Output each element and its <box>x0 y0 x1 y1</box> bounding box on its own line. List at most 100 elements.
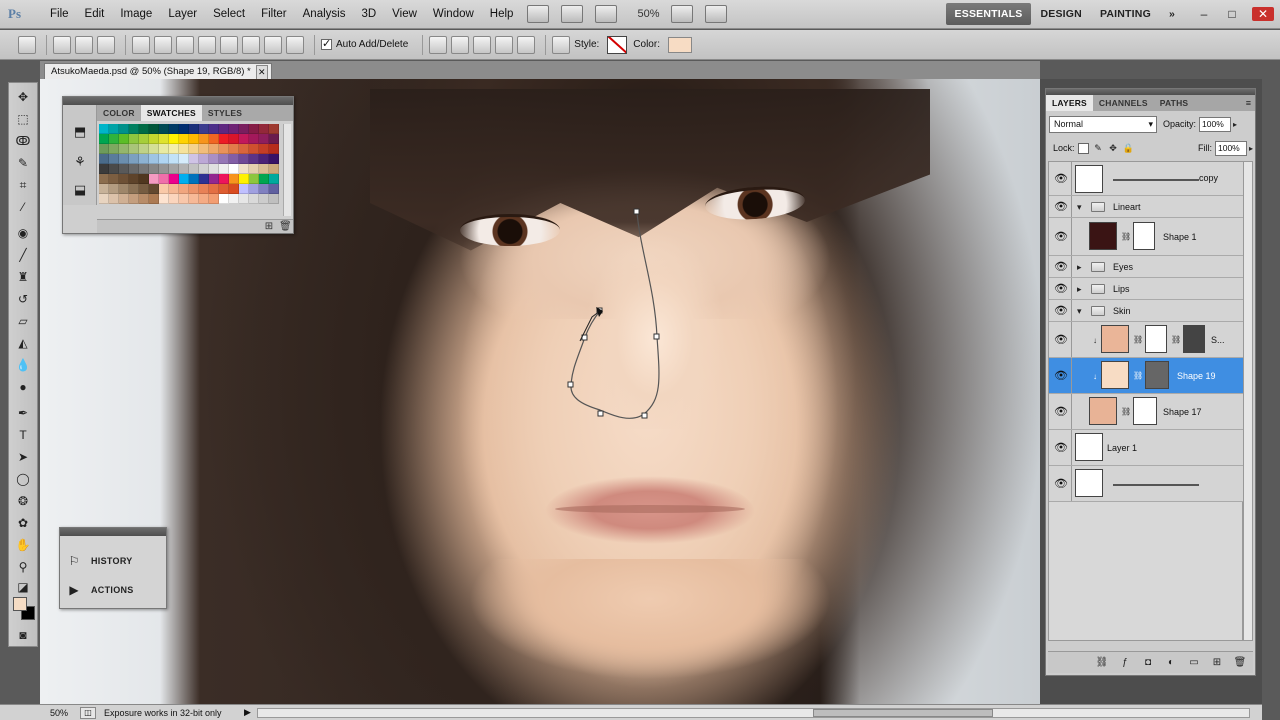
menu-layer[interactable]: Layer <box>160 0 205 29</box>
swatch-cell[interactable] <box>119 164 129 174</box>
visibility-eye-icon[interactable]: 👁 <box>1054 406 1068 418</box>
pen-tool-icon[interactable]: ✒ <box>14 405 32 421</box>
swatch-cell[interactable] <box>179 184 189 194</box>
swatch-cell[interactable] <box>209 144 219 154</box>
swatch-cell[interactable] <box>199 194 209 204</box>
swatch-cell[interactable] <box>249 174 259 184</box>
swatch-cell[interactable] <box>239 194 249 204</box>
lock-position-icon[interactable]: ✥ <box>1108 143 1119 154</box>
close-icon[interactable]: ✕ <box>1252 7 1274 21</box>
pen-icon[interactable] <box>132 35 150 54</box>
swatch-cell[interactable] <box>199 144 209 154</box>
swatch-cell[interactable] <box>229 194 239 204</box>
swatch-cell[interactable] <box>99 154 109 164</box>
layer-row[interactable]: 👁 <box>1049 466 1243 502</box>
group-collapse-icon[interactable]: ▸ <box>1077 262 1082 272</box>
link-chain-icon[interactable]: ⛓ <box>1133 335 1143 344</box>
swatch-cell[interactable] <box>149 194 159 204</box>
scrollbar-thumb[interactable] <box>812 708 993 717</box>
visibility-eye-icon[interactable]: 👁 <box>1054 231 1068 243</box>
swatch-cell[interactable] <box>249 144 259 154</box>
swatch-cell[interactable] <box>209 124 219 134</box>
fill-pixels-icon[interactable] <box>97 35 115 54</box>
swatch-cell[interactable] <box>189 174 199 184</box>
swatch-cell[interactable] <box>269 154 279 164</box>
swatch-cell[interactable] <box>159 144 169 154</box>
swatch-cell[interactable] <box>179 164 189 174</box>
layer-style-icon[interactable]: ƒ <box>1118 656 1132 669</box>
link-layers-icon[interactable]: ⛓ <box>1095 656 1109 669</box>
fill-arrow-icon[interactable]: ▸ <box>1249 144 1253 153</box>
shape-tool-icon[interactable]: ◯ <box>14 471 32 487</box>
group-collapse-icon[interactable]: ▸ <box>1077 284 1082 294</box>
swatch-cell[interactable] <box>179 154 189 164</box>
clone-stamp-tool-icon[interactable]: ♜ <box>14 269 32 285</box>
zoom-tool-icon[interactable]: ⚲ <box>14 559 32 575</box>
swatch-cell[interactable] <box>219 184 229 194</box>
shape-layers-icon[interactable] <box>53 35 71 54</box>
swatch-cell[interactable] <box>189 164 199 174</box>
swatch-cell[interactable] <box>119 134 129 144</box>
visibility-eye-icon[interactable]: 👁 <box>1054 305 1068 317</box>
swatch-cell[interactable] <box>169 184 179 194</box>
visibility-eye-icon[interactable]: 👁 <box>1054 261 1068 273</box>
quick-selection-tool-icon[interactable]: ✎ <box>14 155 32 171</box>
path-selection-tool-icon[interactable]: ➤ <box>14 449 32 465</box>
swatch-cell[interactable] <box>109 164 119 174</box>
swatch-cell[interactable] <box>269 164 279 174</box>
swatch-cell[interactable] <box>209 164 219 174</box>
swatch-cell[interactable] <box>229 164 239 174</box>
swatch-cell[interactable] <box>239 184 249 194</box>
layer-group-row[interactable]: 👁 ▸ Lips <box>1049 278 1243 300</box>
fill-input[interactable]: 100% <box>1214 140 1247 156</box>
menu-edit[interactable]: Edit <box>77 0 113 29</box>
lock-image-icon[interactable]: ✎ <box>1093 143 1104 154</box>
pen-tool-preset-icon[interactable] <box>18 35 36 54</box>
swatch-cell[interactable] <box>179 134 189 144</box>
menu-analysis[interactable]: Analysis <box>295 0 354 29</box>
swatch-cell[interactable] <box>159 194 169 204</box>
swatch-cell[interactable] <box>219 164 229 174</box>
panel-title-bar[interactable] <box>63 97 293 105</box>
swatch-cell[interactable] <box>109 184 119 194</box>
swatch-cell[interactable] <box>269 144 279 154</box>
tab-channels[interactable]: CHANNELS <box>1093 95 1154 111</box>
zoom-level[interactable]: 50% <box>637 8 659 20</box>
create-new-shape-icon[interactable] <box>429 35 448 54</box>
swatch-cell[interactable] <box>139 144 149 154</box>
swatch-cell[interactable] <box>159 174 169 184</box>
swatch-cell[interactable] <box>229 184 239 194</box>
link-chain-icon[interactable]: ⛓ <box>1121 407 1131 416</box>
blend-mode-select[interactable]: Normal <box>1049 115 1157 133</box>
swatch-cell[interactable] <box>199 134 209 144</box>
document-tab[interactable]: AtsukoMaeda.psd @ 50% (Shape 19, RGB/8) … <box>44 63 272 80</box>
workspace-painting[interactable]: PAINTING <box>1091 3 1160 25</box>
swatch-cell[interactable] <box>239 124 249 134</box>
delete-layer-icon[interactable]: 🗑 <box>1233 656 1247 669</box>
swatch-cell[interactable] <box>129 154 139 164</box>
menu-window[interactable]: Window <box>425 0 482 29</box>
swatch-cell[interactable] <box>189 124 199 134</box>
swatch-cell[interactable] <box>159 134 169 144</box>
swatch-cell[interactable] <box>119 124 129 134</box>
menu-image[interactable]: Image <box>112 0 160 29</box>
swatch-cell[interactable] <box>129 124 139 134</box>
menu-filter[interactable]: Filter <box>253 0 295 29</box>
eyedropper-tool-icon[interactable]: ⁄ <box>14 199 32 215</box>
crop-tool-icon[interactable]: ⌗ <box>14 177 32 193</box>
swatch-cell[interactable] <box>249 154 259 164</box>
group-expand-icon[interactable]: ▾ <box>1077 202 1082 212</box>
link-chain-icon[interactable]: ⛓ <box>1133 371 1143 380</box>
swatch-cell[interactable] <box>189 194 199 204</box>
workspace-essentials[interactable]: ESSENTIALS <box>945 3 1032 25</box>
quick-mask-icon[interactable]: ◙ <box>14 627 32 643</box>
swatch-cell[interactable] <box>139 164 149 174</box>
swatch-cell[interactable] <box>149 184 159 194</box>
paths-icon[interactable] <box>75 35 93 54</box>
tab-styles[interactable]: STYLES <box>202 105 248 121</box>
swatch-cell[interactable] <box>229 154 239 164</box>
swatch-cell[interactable] <box>149 144 159 154</box>
layer-row[interactable]: 👁 copy <box>1049 162 1243 196</box>
swatch-cell[interactable] <box>259 174 269 184</box>
swatch-cell[interactable] <box>219 124 229 134</box>
